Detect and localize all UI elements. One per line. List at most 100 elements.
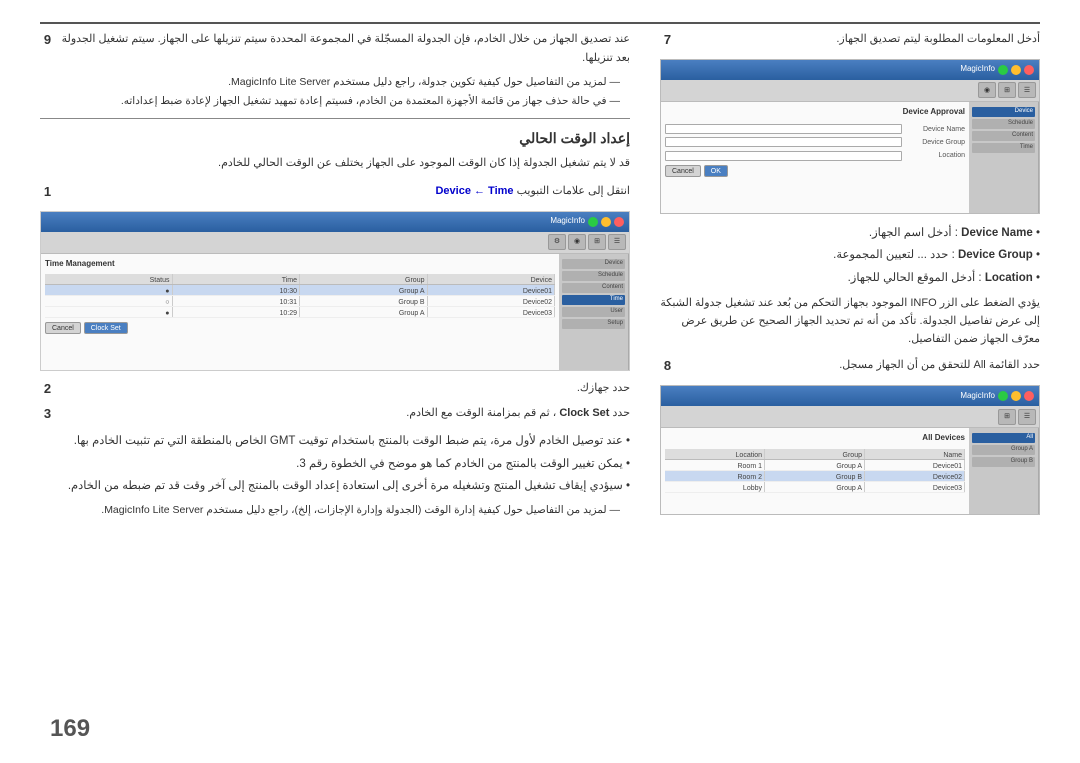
toolbar-btn-4[interactable]: ⚙ [548, 234, 566, 250]
form-row-location: Location [665, 150, 965, 161]
cancel-btn-2[interactable]: Cancel [665, 165, 701, 177]
all-table-header: Name Group Location [665, 449, 965, 460]
table-row-1: Device01 Group A 10:30 ● [45, 285, 555, 296]
all-row-2: Device02 Group B Room 2 [665, 471, 965, 482]
screenshot-all-list: MagicInfo ☰ ⊞ All Group A Group B All De… [660, 385, 1040, 515]
info-para: يؤدي الضغط على الزر INFO الموجود بجهاز ا… [660, 294, 1040, 348]
magicinfo-ui-1: MagicInfo ☰ ⊞ ◉ ⚙ Device Schedule Conten… [41, 212, 629, 370]
step-1-blue: Device ← Time [435, 185, 513, 197]
step-2-number: 2 [40, 379, 55, 400]
location-text: : أدخل الموقع الحالي للجهاز. [848, 272, 982, 284]
bullet-device-group: Device Group : حدد ... لتعيين المجموعة. [660, 244, 1040, 266]
toolbar-btn-2-3[interactable]: ◉ [978, 82, 996, 98]
step-1-number: 1 [40, 182, 55, 203]
step-9-number: 9 [40, 30, 55, 51]
clock-set-btn[interactable]: Clock Set [84, 322, 128, 334]
step-7-body: أدخل المعلومات المطلوبة ليتم تصديق الجها… [681, 30, 1040, 49]
ui-title-2: MagicInfo [960, 63, 995, 76]
step-8-number: 8 [660, 356, 675, 377]
ui-main-1: Time Management Device Group Time Status… [41, 254, 559, 370]
ui-titlebar-3: MagicInfo [661, 386, 1039, 406]
cell-device-1: Device01 [428, 285, 556, 295]
top-border [40, 22, 1040, 24]
step-7-number: 7 [660, 30, 675, 51]
step7-bullet-list: Device Name : أدخل اسم الجهاز. Device Gr… [660, 222, 1040, 289]
section-divider [40, 118, 630, 119]
location-label: Location [985, 272, 1033, 284]
input-device-name[interactable] [665, 124, 902, 134]
screenshot-registration: MagicInfo ☰ ⊞ ◉ Device Schedule Content … [660, 59, 1040, 214]
label-device-group: Device Group [905, 137, 965, 148]
ui-button-row-1: Clock Set Cancel [45, 322, 555, 334]
ui-toolbar-2: ☰ ⊞ ◉ [661, 80, 1039, 102]
ui-sidebar-2: Device Schedule Content Time [969, 102, 1039, 213]
col-time: Time [173, 274, 301, 284]
approve-title: Device Approval [665, 106, 965, 119]
section-title: إعداد الوقت الحالي [40, 127, 630, 149]
ui-table-header-1: Device Group Time Status [45, 274, 555, 285]
step-7-text: أدخل المعلومات المطلوبة ليتم تصديق الجها… [681, 30, 1040, 49]
cell-status-3: ● [45, 307, 173, 317]
toolbar-btn-3-1[interactable]: ☰ [1018, 409, 1036, 425]
sidebar-item-3: Content [562, 283, 625, 293]
all-loc-1: Room 1 [665, 460, 765, 470]
step-8-text: حدد القائمة All للتحقق من أن الجهاز مسجل… [681, 356, 1040, 375]
ui-toolbar-1: ☰ ⊞ ◉ ⚙ [41, 232, 629, 254]
input-location[interactable] [665, 151, 902, 161]
section-intro: قد لا يتم تشغيل الجدولة إذا كان الوقت ال… [40, 154, 630, 173]
cancel-btn-1[interactable]: Cancel [45, 322, 81, 334]
input-device-group[interactable] [665, 137, 902, 147]
label-device-name: Device Name [905, 124, 965, 135]
min-btn [601, 217, 611, 227]
sidebar-item-2: Schedule [562, 271, 625, 281]
min-btn-2 [1011, 65, 1021, 75]
bullet-device-name: Device Name : أدخل اسم الجهاز. [660, 222, 1040, 244]
step-2-body: حدد جهازك. [61, 379, 630, 398]
max-btn-2 [998, 65, 1008, 75]
step-3-text: حدد Clock Set ، ثم قم بمزامنة الوقت مع ا… [61, 404, 630, 423]
step-9: 9 عند تصديق الجهاز من خلال الخادم، فإن ا… [40, 30, 630, 69]
step-1-body: انتقل إلى علامات التبويب Device ← Time [61, 182, 630, 201]
form-row-name: Device Name [665, 124, 965, 135]
toolbar-btn-1[interactable]: ☰ [608, 234, 626, 250]
close-btn-3 [1024, 391, 1034, 401]
step-1: 1 انتقل إلى علامات التبويب Device ← Time [40, 182, 630, 203]
step-3-prefix: حدد [613, 407, 630, 419]
all-group-3: Group A [765, 482, 865, 492]
device-name-label: Device Name [961, 227, 1033, 239]
col-device: Device [428, 274, 556, 284]
all-row-1: Device01 Group A Room 1 [665, 460, 965, 471]
cell-group-3: Group A [300, 307, 428, 317]
approve-btn[interactable]: OK [704, 165, 728, 177]
toolbar-btn-3[interactable]: ◉ [568, 234, 586, 250]
content-area: 9 عند تصديق الجهاز من خلال الخادم، فإن ا… [40, 30, 1040, 713]
toolbar-btn-2-2[interactable]: ⊞ [998, 82, 1016, 98]
step-8: 8 حدد القائمة All للتحقق من أن الجهاز مس… [660, 356, 1040, 377]
toolbar-btn-3-2[interactable]: ⊞ [998, 409, 1016, 425]
toolbar-btn-2-1[interactable]: ☰ [1018, 82, 1036, 98]
min-btn-3 [1011, 391, 1021, 401]
all-loc-3: Lobby [665, 482, 765, 492]
ui-titlebar-1: MagicInfo [41, 212, 629, 232]
all-loc-2: Room 2 [665, 471, 765, 481]
cell-status-1: ● [45, 285, 173, 295]
cell-time-3: 10:29 [173, 307, 301, 317]
ui-body-2: Device Schedule Content Time Device Appr… [661, 102, 1039, 213]
step-1-text: انتقل إلى علامات التبويب Device ← Time [61, 182, 630, 201]
max-btn [588, 217, 598, 227]
cell-group-1: Group A [300, 285, 428, 295]
close-btn-2 [1024, 65, 1034, 75]
table-row-3: Device03 Group A 10:29 ● [45, 307, 555, 318]
ui-body-1: Device Schedule Content Time User Setup … [41, 254, 629, 370]
magicinfo-ui-2: MagicInfo ☰ ⊞ ◉ Device Schedule Content … [661, 60, 1039, 213]
all-col-location: Location [665, 449, 765, 459]
sidebar-content-item: Content [972, 131, 1035, 141]
sidebar-item-6: Setup [562, 319, 625, 329]
step-8-body: حدد القائمة All للتحقق من أن الجهاز مسجل… [681, 356, 1040, 375]
cell-time-1: 10:30 [173, 285, 301, 295]
toolbar-btn-2[interactable]: ⊞ [588, 234, 606, 250]
screenshot-time-tab: MagicInfo ☰ ⊞ ◉ ⚙ Device Schedule Conten… [40, 211, 630, 371]
device-name-text: : أدخل اسم الجهاز. [869, 227, 958, 239]
close-btn [614, 217, 624, 227]
sidebar-time-item: Time [972, 143, 1035, 153]
